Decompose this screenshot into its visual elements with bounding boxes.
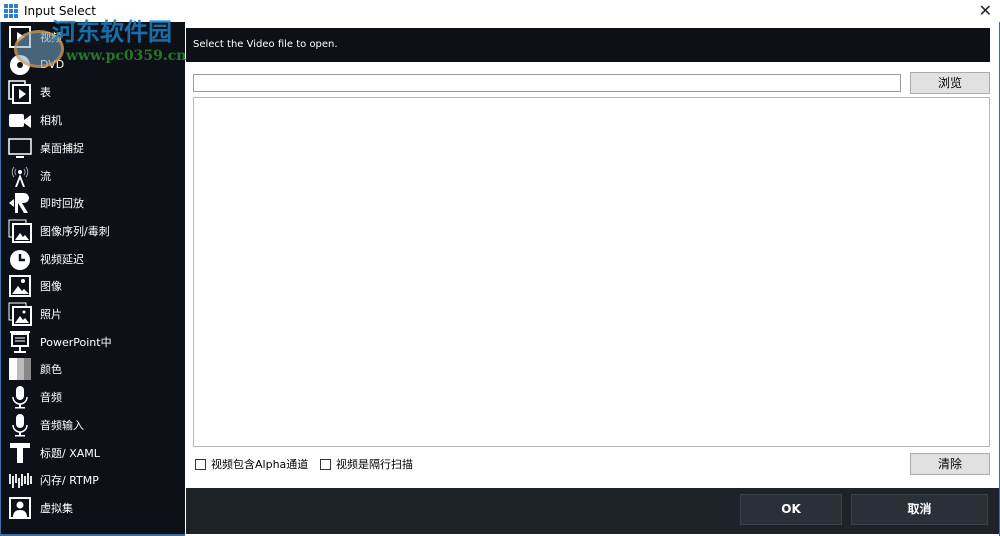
sidebar-item[interactable]: 音频输入 <box>8 412 84 438</box>
preview-area <box>193 97 990 447</box>
sidebar-item-label: DVD <box>40 58 65 72</box>
checkbox-box[interactable] <box>195 458 206 470</box>
checkbox-label: 视频是隔行扫描 <box>336 458 413 471</box>
sidebar-item[interactable]: 图像 <box>8 273 62 299</box>
file-path-input[interactable] <box>193 74 901 92</box>
microphone-icon <box>8 385 32 409</box>
video-file-icon <box>8 25 32 49</box>
sidebar-item-label: 即时回放 <box>40 197 84 211</box>
sidebar-item-label: 图像 <box>40 280 62 294</box>
sidebar-item[interactable]: 表 <box>8 79 51 105</box>
sidebar-item[interactable]: 即时回放 <box>8 190 84 216</box>
sidebar-item-label: 视频延迟 <box>40 252 84 266</box>
browse-button[interactable]: 浏览 <box>910 72 990 94</box>
app-icon <box>4 4 18 18</box>
sidebar-item-label: 表 <box>40 86 51 100</box>
image-stack-icon <box>8 219 32 243</box>
replay-icon <box>8 191 32 215</box>
presentation-icon <box>8 330 32 354</box>
sidebar-item[interactable]: 视频延迟 <box>8 246 84 272</box>
title-icon <box>8 441 32 465</box>
photos-icon <box>8 302 32 326</box>
sidebar-item[interactable]: 音频 <box>8 384 62 410</box>
watermark-url: www.pc0359.cn <box>66 48 187 64</box>
microphone-icon <box>8 413 32 437</box>
sidebar-item[interactable]: 闪存/ RTMP <box>8 467 99 493</box>
antenna-icon <box>8 164 32 188</box>
waveform-icon <box>8 468 32 492</box>
sidebar-item[interactable]: 相机 <box>8 107 62 133</box>
sidebar-item-label: 音频 <box>40 391 62 405</box>
cancel-button[interactable]: 取消 <box>851 494 988 525</box>
sidebar-item[interactable]: 图像序列/毒刺 <box>8 218 110 244</box>
sidebar-item-label: 流 <box>40 169 51 183</box>
sidebar-item[interactable]: 桌面捕捉 <box>8 135 84 161</box>
ok-button[interactable]: OK <box>740 494 842 525</box>
sidebar-item-label: 照片 <box>40 308 62 321</box>
dvd-icon <box>8 53 32 77</box>
sidebar-item-label: 颜色 <box>40 363 62 377</box>
checkbox-box[interactable] <box>320 458 331 470</box>
sidebar-item[interactable]: 流 <box>8 163 51 189</box>
sidebar-item-label: PowerPoint中 <box>40 335 112 349</box>
monitor-icon <box>8 136 32 160</box>
camera-icon <box>8 108 32 132</box>
checkbox-label: 视频包含Alpha通道 <box>211 458 309 471</box>
sidebar-item[interactable]: 标题/ XAML <box>8 440 100 466</box>
sidebar-item-label: 音频输入 <box>40 418 84 432</box>
image-icon <box>8 274 32 298</box>
list-play-icon <box>8 80 32 105</box>
watermark-text: 河东软件园 <box>52 17 172 46</box>
sidebar-item[interactable]: PowerPoint中 <box>8 329 112 355</box>
sidebar-item[interactable]: DVD <box>8 52 64 78</box>
sidebar-item[interactable]: 照片 <box>8 301 62 327</box>
hint-text: Select the Video file to open. <box>186 28 990 62</box>
clock-icon <box>8 247 32 271</box>
sidebar-item-label: 虚拟集 <box>40 501 73 515</box>
input-type-sidebar: 视频 DVD 表相机 桌面捕捉流即时回放 图像序列/毒刺 视频延迟 图像 照片 PowerPoi… <box>0 22 185 536</box>
sidebar-item-label: 标题/ XAML <box>40 446 100 460</box>
sidebar-item[interactable]: 虚拟集 <box>8 495 73 521</box>
alpha-channel-checkbox[interactable]: 视频包含Alpha通道 <box>195 456 308 472</box>
virtual-set-icon <box>8 496 32 520</box>
sidebar-item[interactable]: 颜色 <box>8 356 62 382</box>
interlaced-checkbox[interactable]: 视频是隔行扫描 <box>320 456 413 472</box>
color-icon <box>8 357 32 381</box>
sidebar-item-label: 桌面捕捉 <box>40 141 84 155</box>
close-icon[interactable]: ✕ <box>979 1 992 20</box>
sidebar-item-label: 图像序列/毒刺 <box>40 224 110 238</box>
clear-button[interactable]: 清除 <box>910 453 990 475</box>
sidebar-item-label: 闪存/ RTMP <box>40 474 99 488</box>
sidebar-item-label: 相机 <box>40 114 62 128</box>
